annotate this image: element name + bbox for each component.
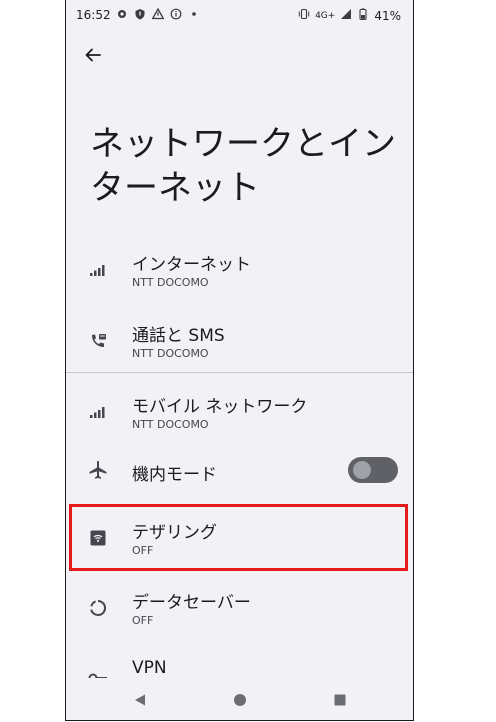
section-divider <box>66 372 413 373</box>
calls-sms-item[interactable]: 通話と SMS NTT DOCOMO <box>66 311 413 371</box>
circle-home-icon <box>234 694 246 706</box>
cell-signal-icon <box>340 8 352 23</box>
mobile-network-item[interactable]: モバイル ネットワーク NTT DOCOMO <box>66 382 413 442</box>
square-recents-icon <box>334 694 346 706</box>
airplane-mode-toggle[interactable] <box>348 457 398 483</box>
internet-item[interactable]: インターネット NTT DOCOMO <box>66 240 413 300</box>
nav-recents-button[interactable] <box>328 688 352 712</box>
internet-subtitle: NTT DOCOMO <box>132 276 209 289</box>
signal-icon <box>86 258 110 282</box>
status-time: 16:52 <box>76 8 111 22</box>
airplane-mode-title: 機内モード <box>132 465 217 485</box>
signal-icon <box>86 400 110 424</box>
status-bar: 16:52 4G+ 41% <box>66 0 413 32</box>
data-saver-subtitle: OFF <box>132 614 154 627</box>
mobile-network-title: モバイル ネットワーク <box>132 397 308 417</box>
gear-notification-icon <box>116 8 128 23</box>
call-sms-icon <box>86 329 110 353</box>
internet-title: インターネット <box>132 255 251 275</box>
info-notification-icon <box>170 8 182 23</box>
vibrate-icon <box>298 8 310 23</box>
arrow-back-icon <box>85 48 101 62</box>
nav-home-button[interactable] <box>228 688 252 712</box>
tethering-item[interactable]: テザリング OFF <box>66 508 413 568</box>
back-button[interactable] <box>80 42 106 68</box>
airplane-icon <box>86 458 110 482</box>
notification-icons <box>116 8 200 23</box>
warning-notification-icon <box>152 8 164 23</box>
triangle-back-icon <box>135 694 145 706</box>
page-title: ネットワークとインターネット <box>90 124 396 208</box>
shield-notification-icon <box>134 8 146 23</box>
battery-icon <box>357 8 369 23</box>
hotspot-icon <box>86 526 110 550</box>
calls-sms-subtitle: NTT DOCOMO <box>132 347 209 360</box>
data-saver-title: データセーバー <box>132 593 251 613</box>
nav-back-button[interactable] <box>128 688 152 712</box>
navigation-bar <box>66 678 413 720</box>
tethering-subtitle: OFF <box>132 544 154 557</box>
phone-screen: 16:52 4G+ 41% ネットワークとインターネット インターネット NTT… <box>65 0 414 721</box>
data-saver-icon <box>86 596 110 620</box>
toggle-knob <box>353 461 371 479</box>
dot-notification-icon <box>188 8 200 23</box>
status-right: 4G+ 41% <box>298 8 401 23</box>
network-type: 4G+ <box>315 10 336 21</box>
tethering-title: テザリング <box>132 523 217 543</box>
calls-sms-title: 通話と SMS <box>132 326 225 346</box>
data-saver-item[interactable]: データセーバー OFF <box>66 578 413 638</box>
battery-percent: 41% <box>374 8 401 23</box>
mobile-network-subtitle: NTT DOCOMO <box>132 418 209 431</box>
vpn-title: VPN <box>132 658 167 678</box>
